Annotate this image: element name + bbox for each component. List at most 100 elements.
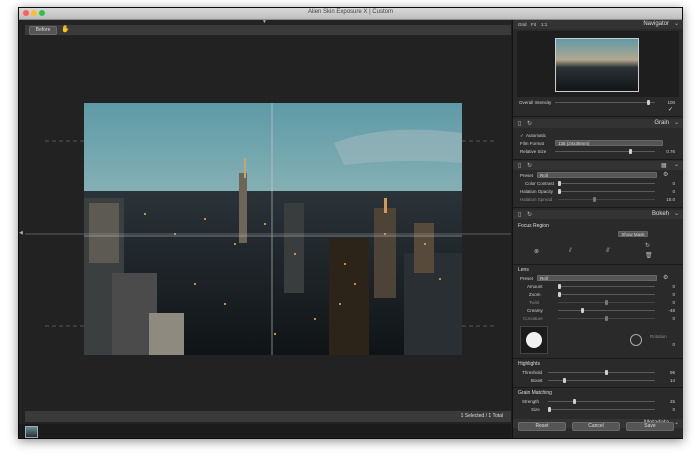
curvature-value: 0 xyxy=(672,316,675,321)
zoom-grid[interactable]: Grid xyxy=(518,22,527,27)
save-button[interactable]: Save xyxy=(626,422,674,431)
relative-size-label: Relative Size xyxy=(520,149,547,154)
toggle-icon[interactable]: ▯ xyxy=(518,211,521,218)
checkmark-icon[interactable]: ✓ xyxy=(668,106,673,113)
filmstrip-thumbnail[interactable] xyxy=(25,426,38,438)
threshold-knob[interactable] xyxy=(605,370,608,375)
title-bar: Alien Skin Exposure X | Custom xyxy=(19,8,682,20)
boost-knob[interactable] xyxy=(563,378,566,383)
reset-button[interactable]: Reset xyxy=(518,422,566,431)
creamy-value: -48 xyxy=(668,308,675,313)
chevron-down-icon[interactable]: ⌄ xyxy=(674,210,679,217)
film-format-dropdown[interactable]: 135 (24x36mm) xyxy=(555,140,663,146)
cancel-button[interactable]: Cancel xyxy=(572,422,620,431)
toggle-icon[interactable]: ▯ xyxy=(518,120,521,127)
focus-region-label: Focus Region xyxy=(518,223,549,229)
filmstrip xyxy=(19,424,511,438)
threshold-slider[interactable] xyxy=(548,372,655,373)
zoom-knob[interactable] xyxy=(558,292,561,297)
halation-spread-value: 10.0 xyxy=(666,197,675,202)
chevron-down-icon[interactable]: ⌄ xyxy=(674,119,679,126)
halation-spread-slider[interactable] xyxy=(558,199,655,200)
divider xyxy=(513,358,683,359)
navigator-preview[interactable] xyxy=(517,31,679,97)
overall-intensity-label: Overall Intensity xyxy=(519,100,552,105)
automatic-checkbox-icon[interactable]: ✓ xyxy=(520,133,524,139)
navigator-header[interactable]: Grid Fit 1:1 Navigator ⌄ xyxy=(513,20,683,29)
zoom-1-1[interactable]: 1:1 xyxy=(541,22,547,27)
settings-icon[interactable]: ⚙ xyxy=(663,274,668,281)
reset-icon[interactable]: ↻ xyxy=(527,211,532,218)
tilt-focus-icon[interactable]: ⫻ xyxy=(606,248,610,255)
rotation-dial[interactable] xyxy=(630,334,642,346)
app-window: Alien Skin Exposure X | Custom ▼ Before … xyxy=(18,7,683,439)
chevron-down-icon[interactable]: ⌄ xyxy=(674,161,679,168)
divider xyxy=(513,207,683,208)
chevron-down-icon[interactable]: ⌄ xyxy=(674,20,679,27)
size-value: 0 xyxy=(672,407,675,412)
effect-header[interactable]: ▯ ↻ ▦ ⌄ xyxy=(513,161,683,170)
curvature-label: Curvature xyxy=(523,316,543,321)
reset-icon[interactable]: ↻ xyxy=(527,120,532,127)
rotation-label: Rotation xyxy=(650,334,667,339)
toggle-icon[interactable]: ▯ xyxy=(518,162,521,169)
planar-focus-icon[interactable]: ⫽ xyxy=(569,248,572,255)
trash-icon[interactable]: 🗑 xyxy=(645,252,653,259)
grain-header[interactable]: ▯ ↻ Grain ⌄ xyxy=(513,119,683,128)
bokeh-header[interactable]: ▯ ↻ Bokeh ⌄ xyxy=(513,210,683,219)
zoom-fit[interactable]: Fit xyxy=(531,22,536,27)
grain-matching-label: Grain Matching xyxy=(518,390,552,396)
twist-knob[interactable] xyxy=(605,300,608,305)
automatic-label: Automatic xyxy=(526,133,547,138)
rotation-value: 0 xyxy=(672,342,675,347)
bokeh-guide-lines xyxy=(25,140,511,327)
amount-knob[interactable] xyxy=(558,284,561,289)
halation-spread-knob[interactable] xyxy=(593,197,596,202)
lens-label: Lens xyxy=(518,267,529,273)
overall-intensity-slider[interactable] xyxy=(555,102,655,103)
size-slider[interactable] xyxy=(548,409,655,410)
creamy-knob[interactable] xyxy=(581,308,584,313)
rotate-icon[interactable]: ↻ xyxy=(645,242,650,249)
show-mask-button[interactable]: Show Mask xyxy=(618,231,648,237)
halation-opacity-value: 0 xyxy=(672,189,675,194)
relative-size-value: 0.76 xyxy=(666,149,675,154)
grid-icon[interactable]: ▦ xyxy=(661,162,667,169)
preset-value: Roll xyxy=(540,173,548,178)
lens-preset-dropdown[interactable]: Roll xyxy=(537,275,657,281)
strength-knob[interactable] xyxy=(573,399,576,404)
status-bar: 1 Selected / 1 Total xyxy=(25,411,511,422)
highlights-label: Highlights xyxy=(518,361,540,367)
left-panel-toggle-icon[interactable]: ◀ xyxy=(19,230,23,236)
image-canvas[interactable] xyxy=(25,36,511,409)
reset-icon[interactable]: ↻ xyxy=(527,162,532,169)
hand-tool-icon[interactable]: ✋ xyxy=(61,25,70,33)
before-button[interactable]: Before xyxy=(29,26,57,35)
adjustment-panel: Grid Fit 1:1 Navigator ⌄ Overall Intensi… xyxy=(512,20,683,438)
color-contrast-slider[interactable] xyxy=(558,183,655,184)
halation-opacity-slider[interactable] xyxy=(558,191,655,192)
bokeh-shape-preview[interactable] xyxy=(520,326,548,354)
settings-icon[interactable]: ⚙ xyxy=(663,171,668,178)
curvature-knob[interactable] xyxy=(605,316,608,321)
amount-slider[interactable] xyxy=(558,286,655,287)
color-contrast-knob[interactable] xyxy=(558,181,561,186)
preset-label: Preset xyxy=(520,173,534,178)
strength-slider[interactable] xyxy=(548,401,655,402)
relative-size-slider[interactable] xyxy=(555,151,655,152)
halation-opacity-knob[interactable] xyxy=(558,189,561,194)
chevron-down-icon[interactable]: ⌄ xyxy=(674,419,679,426)
twist-label: Twist xyxy=(529,300,540,305)
size-knob[interactable] xyxy=(548,407,551,412)
preset-dropdown[interactable]: Roll xyxy=(537,172,657,178)
twist-value: 0 xyxy=(672,300,675,305)
amount-label: Amount xyxy=(527,284,543,289)
relative-size-knob[interactable] xyxy=(629,149,632,154)
creamy-slider[interactable] xyxy=(558,310,655,311)
overall-intensity-knob[interactable] xyxy=(647,100,650,105)
zoom-slider[interactable] xyxy=(558,294,655,295)
boost-label: Boost xyxy=(531,378,543,383)
radial-focus-icon[interactable]: ⊗ xyxy=(534,248,539,255)
divider xyxy=(513,264,683,265)
halation-spread-label: Halation Spread xyxy=(520,197,553,202)
